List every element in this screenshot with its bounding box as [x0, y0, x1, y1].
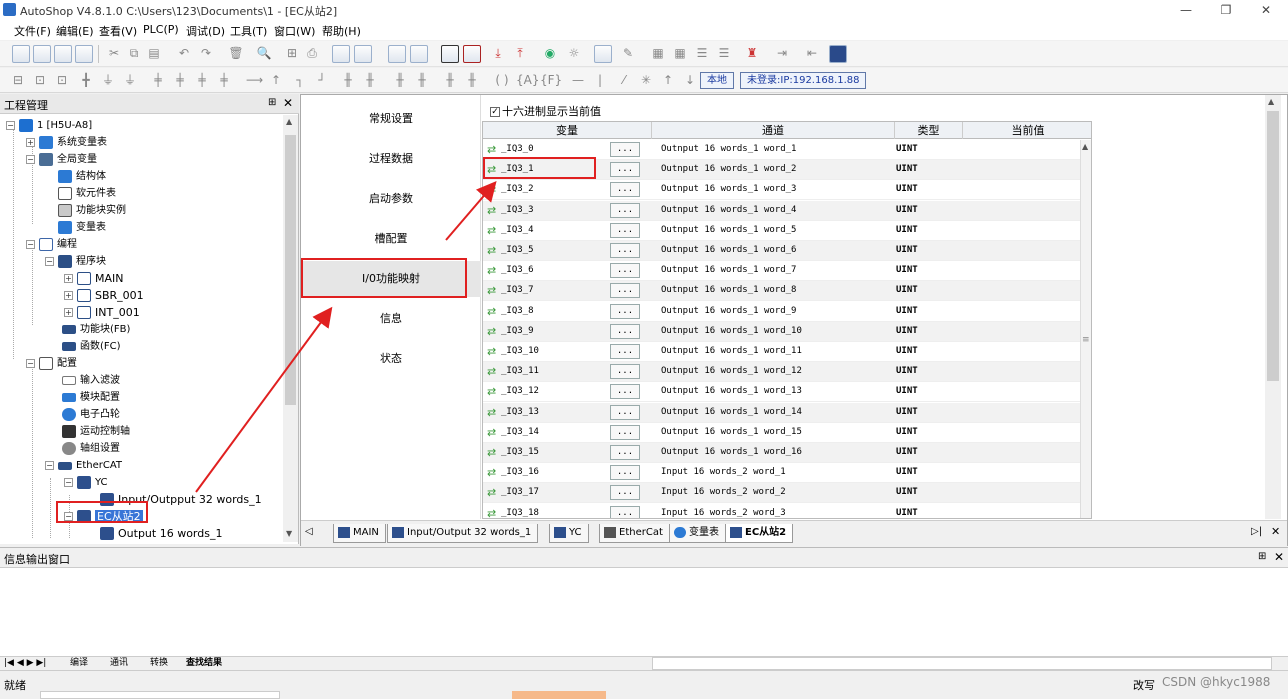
arrow-nav-to-row: [445, 180, 497, 241]
annotation-arrows: [195, 180, 497, 493]
highlight-row-iq3-1: [483, 157, 596, 179]
arrow-tree-to-nav: [195, 306, 333, 493]
